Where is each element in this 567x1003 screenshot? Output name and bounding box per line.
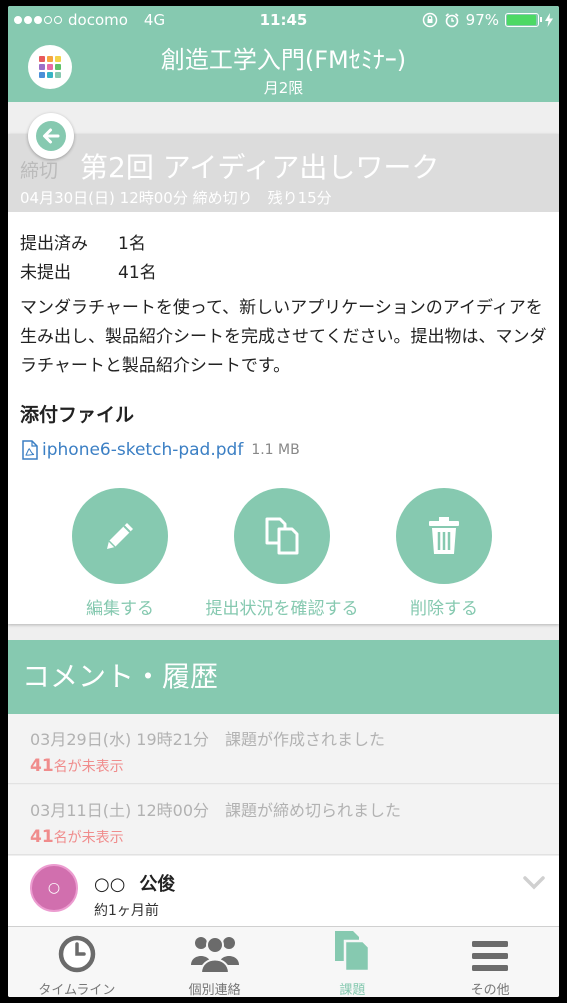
deadline-badge: 締切 [20, 160, 59, 182]
tab-more[interactable]: その他 [421, 927, 559, 997]
pencil-icon [107, 523, 133, 549]
course-header: 創造工学入門(FMｾﾐﾅｰ) 月2限 [8, 34, 559, 102]
avatar: ○ [30, 864, 78, 912]
battery-icon [505, 13, 542, 27]
charging-icon [545, 13, 553, 27]
edit-label: 編集する [86, 599, 154, 619]
assignment-deadline: 04月30日(日) 12時00分 締め切り 残り15分 [20, 189, 332, 207]
comment-time: 約1ヶ月前 [94, 903, 159, 919]
course-menu-button[interactable] [28, 45, 72, 89]
rotation-lock-icon [422, 12, 437, 28]
assignment-card: 締切 第2回 アイディア出しワーク 04月30日(日) 12時00分 締め切り … [8, 134, 559, 624]
submission-stats: 提出済み 1名 未提出 41名 [20, 230, 157, 288]
unsubmitted-row: 未提出 41名 [20, 263, 157, 283]
history-item: 03月11日(土) 12時00分 課題が締め切られました 41名が未表示 [8, 785, 559, 855]
history-text: 03月29日(水) 19時21分 課題が作成されました [30, 730, 386, 749]
history-text: 03月11日(土) 12時00分 課題が締め切られました [30, 801, 402, 820]
history-item: 03月29日(水) 19時21分 課題が作成されました 41名が未表示 [8, 714, 559, 784]
assignment-title-bar: 締切 第2回 アイディア出しワーク 04月30日(日) 12時00分 締め切り … [8, 134, 559, 212]
arrow-left-icon [43, 128, 60, 144]
status-bar: docomo 4G 11:45 97% [8, 6, 559, 34]
delete-button[interactable]: 削除する [396, 488, 492, 619]
battery-percent: 97% [465, 11, 499, 29]
app-frame: docomo 4G 11:45 97% 創造工学入門(FMｾﾐﾅｰ) 月2限 締… [8, 6, 559, 997]
assignment-title: 第2回 アイディア出しワーク [80, 151, 440, 184]
comments-heading: コメント・履歴 [8, 640, 559, 714]
assignment-description: マンダラチャートを使って、新しいアプリケーションのアイディアを生み出し、製品紹介… [20, 298, 547, 376]
clock-icon [58, 935, 96, 973]
course-title: 創造工学入門(FMｾﾐﾅｰ) [160, 46, 407, 74]
attachment-link[interactable]: iphone6-sketch-pad.pdf 1.1 MB [22, 440, 300, 460]
tab-direct-messages-label: 個別連絡 [188, 983, 241, 997]
tab-assignments-label: 課題 [339, 983, 366, 997]
back-button[interactable] [28, 113, 74, 159]
tab-direct-messages[interactable]: 個別連絡 [146, 927, 284, 997]
attachment-name: iphone6-sketch-pad.pdf [42, 440, 244, 460]
comment-item[interactable]: ○ ○○ 公俊 約1ヶ月前 [8, 856, 559, 936]
menu-icon [472, 941, 509, 971]
tab-assignments[interactable]: 課題 [284, 927, 422, 997]
tab-timeline-label: タイムライン [38, 983, 116, 997]
attachments-heading: 添付ファイル [20, 404, 135, 426]
attachment-size: 1.1 MB [251, 442, 300, 458]
course-period: 月2限 [263, 79, 304, 97]
unread-count: 41名が未表示 [30, 827, 124, 847]
trash-icon [429, 517, 459, 554]
check-status-label: 提出状況を確認する [205, 599, 359, 619]
edit-button[interactable]: 編集する [72, 488, 168, 619]
documents-icon [335, 931, 371, 973]
pdf-file-icon [22, 440, 38, 460]
comment-author: ○○ 公俊 [94, 874, 176, 895]
tab-bar: タイムライン 個別連絡 課題 その他 [8, 926, 559, 997]
copy-documents-icon [265, 517, 299, 555]
people-icon [190, 936, 239, 973]
submitted-row: 提出済み 1名 [20, 234, 146, 254]
unread-count: 41名が未表示 [30, 756, 124, 776]
delete-label: 削除する [410, 599, 478, 619]
tab-more-label: その他 [470, 983, 510, 997]
chevron-down-icon[interactable] [523, 876, 545, 890]
tab-timeline[interactable]: タイムライン [8, 927, 146, 997]
alarm-icon [445, 13, 459, 28]
status-right: 97% [422, 11, 553, 29]
check-status-button[interactable]: 提出状況を確認する [206, 488, 359, 619]
grid-icon [39, 56, 61, 78]
